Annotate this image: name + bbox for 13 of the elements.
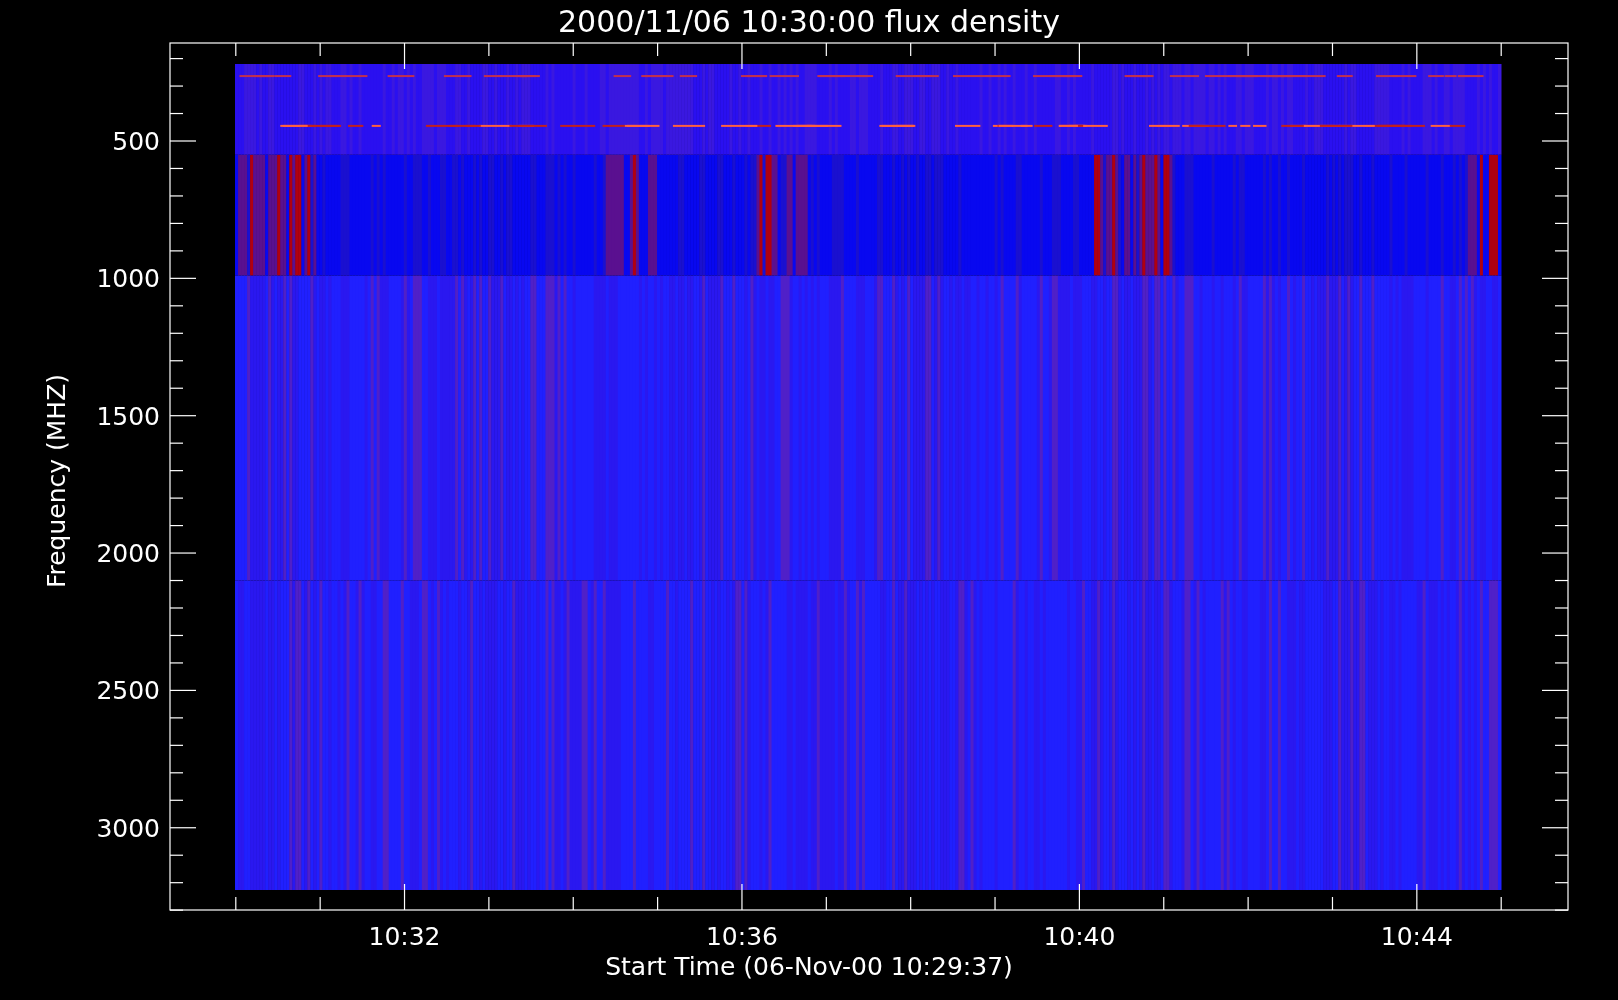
tick-label: 10:36 [705,922,778,951]
tick-label: 2000 [96,539,160,569]
axis-label: Frequency (MHZ) [42,373,71,589]
tick-label: 500 [112,127,160,156]
axis-label: Start Time (06-Nov-00 10:29:37) [605,952,1013,981]
tick-label: 1500 [96,401,160,431]
tick-label: 3000 [96,813,160,843]
tick-label: 10:40 [1043,922,1116,951]
tick-label: 10:32 [368,922,441,951]
tick-label: 1000 [96,264,160,294]
plot-title: 2000/11/06 10:30:00 flux density [558,4,1060,39]
tick-label: 10:44 [1380,922,1453,951]
tick-label: 2500 [96,676,160,706]
